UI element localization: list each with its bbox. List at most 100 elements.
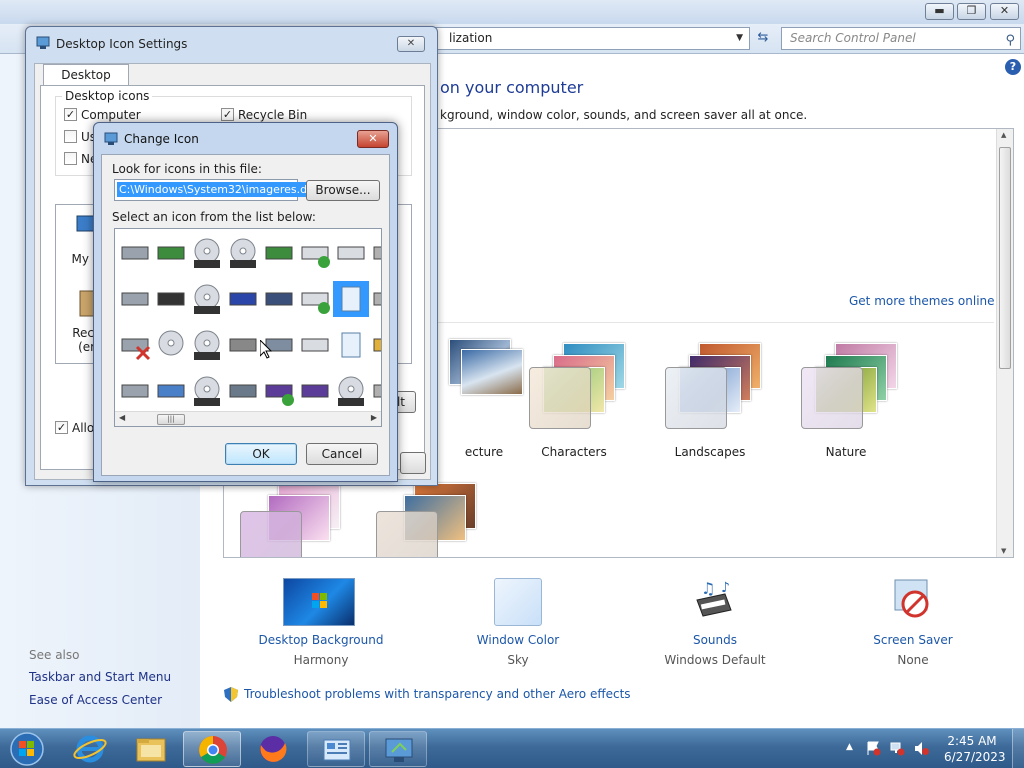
- troubleshoot-link[interactable]: Troubleshoot problems with transparency …: [224, 687, 631, 702]
- close-button[interactable]: ✕: [357, 130, 389, 148]
- sounds-item[interactable]: ♫ ♪ Sounds Windows Default: [615, 578, 815, 673]
- minimize-button[interactable]: ▬: [925, 3, 954, 20]
- network-drive-icon[interactable]: [153, 235, 189, 271]
- dvd-rw-icon[interactable]: [225, 235, 261, 271]
- floppy-check-icon[interactable]: [261, 373, 297, 409]
- scanner-icon[interactable]: [225, 327, 261, 363]
- dvd-rom-icon[interactable]: [189, 373, 225, 409]
- taskbar-chrome[interactable]: [183, 731, 241, 767]
- printer-check-icon[interactable]: [297, 235, 333, 271]
- camcorder-icon[interactable]: [261, 281, 297, 317]
- network-icon[interactable]: [890, 741, 905, 756]
- maximize-button[interactable]: ❐: [957, 3, 986, 20]
- partial-icon[interactable]: [369, 373, 381, 409]
- theme-scrollbar[interactable]: ▲ ▼: [996, 129, 1013, 557]
- icon-grid-scroll-thumb[interactable]: |||: [157, 414, 185, 425]
- change-icon-dialog: Change Icon ✕ Look for icons in this fil…: [93, 122, 398, 482]
- theme-nature[interactable]: Nature: [781, 319, 911, 459]
- scroll-right-icon[interactable]: ▶: [371, 413, 377, 422]
- desktop-settings-icon: [36, 36, 50, 49]
- search-input[interactable]: Search Control Panel ⚲: [781, 27, 1021, 50]
- taskbar: ▲ 2:45 AM 6/27/2023: [0, 728, 1024, 768]
- printer-network-icon[interactable]: [333, 235, 369, 271]
- icon-file-path-input[interactable]: C:\Windows\System32\imageres.dll: [114, 179, 316, 201]
- screen-saver-item[interactable]: Screen Saver None: [813, 578, 1013, 673]
- window-color-link[interactable]: Window Color: [418, 633, 618, 647]
- icon-grid[interactable]: ◀ ||| ▶: [114, 228, 382, 427]
- screen-saver-link[interactable]: Screen Saver: [813, 633, 1013, 647]
- printer-icon[interactable]: [297, 327, 333, 363]
- dvd-ram-icon[interactable]: [189, 327, 225, 363]
- address-dropdown-icon[interactable]: ▼: [736, 28, 743, 49]
- recycle-bin-full-icon[interactable]: [333, 327, 369, 363]
- address-field[interactable]: lization ▼: [420, 27, 750, 50]
- cancel-button[interactable]: Cancel: [306, 443, 378, 465]
- dvd-r-icon[interactable]: [189, 281, 225, 317]
- dvd-drive-icon[interactable]: [189, 235, 225, 271]
- close-button[interactable]: ✕: [990, 3, 1019, 20]
- drive-icon[interactable]: [117, 235, 153, 271]
- help-icon[interactable]: ?: [1005, 59, 1021, 75]
- recycle-bin-empty-icon[interactable]: [333, 281, 369, 317]
- desktop-background-link[interactable]: Desktop Background: [221, 633, 421, 647]
- taskbar-file-explorer[interactable]: [122, 731, 180, 767]
- mouse-cursor-icon: [260, 340, 272, 359]
- sounds-link[interactable]: Sounds: [615, 633, 815, 647]
- page-title: on your computer: [440, 78, 584, 97]
- allow-themes-checkbox[interactable]: ✓: [55, 421, 68, 434]
- action-center-icon[interactable]: [866, 741, 881, 756]
- ok-button[interactable]: OK: [225, 443, 297, 465]
- taskbar-control-panel[interactable]: [307, 731, 365, 767]
- dvd-icon[interactable]: [333, 373, 369, 409]
- taskbar-firefox[interactable]: [244, 731, 302, 767]
- network-globe-icon[interactable]: [261, 235, 297, 271]
- search-icon[interactable]: ⚲: [1005, 30, 1015, 51]
- drive-error-icon[interactable]: [117, 327, 153, 363]
- drive-icon[interactable]: [117, 373, 153, 409]
- partial-icon[interactable]: [369, 281, 381, 317]
- volume-muted-icon[interactable]: [914, 741, 929, 756]
- taskbar-desktop-settings[interactable]: [369, 731, 427, 767]
- floppy-icon[interactable]: [297, 373, 333, 409]
- theme-characters[interactable]: Characters: [509, 319, 639, 459]
- clock-date[interactable]: 6/27/2023: [944, 750, 1006, 764]
- close-button[interactable]: ✕: [397, 36, 425, 52]
- recycle-bin-label: Recycle Bin: [238, 108, 308, 122]
- get-more-themes-link[interactable]: Get more themes online: [849, 294, 995, 308]
- clock-time[interactable]: 2:45 AM: [944, 734, 1000, 748]
- browse-button[interactable]: Browse...: [306, 180, 380, 201]
- look-for-icons-label: Look for icons in this file:: [112, 162, 262, 176]
- icon-grid-scrollbar[interactable]: ◀ ||| ▶: [115, 411, 381, 426]
- sidebar-link-taskbar[interactable]: Taskbar and Start Menu: [29, 670, 171, 684]
- printer-check-icon[interactable]: [297, 281, 333, 317]
- search-placeholder: Search Control Panel: [790, 31, 916, 45]
- usb-drive-icon[interactable]: [225, 373, 261, 409]
- show-hidden-icons-icon[interactable]: ▲: [846, 742, 853, 752]
- desktop-background-item[interactable]: Desktop Background Harmony: [221, 578, 421, 673]
- show-desktop-button[interactable]: [1012, 729, 1024, 768]
- apply-button[interactable]: [400, 452, 426, 474]
- memory-chip-icon[interactable]: [153, 281, 189, 317]
- page-subtitle: kground, window color, sounds, and scree…: [440, 108, 808, 122]
- partial-icon[interactable]: [369, 235, 381, 271]
- start-button[interactable]: [4, 730, 50, 768]
- window-color-item[interactable]: Window Color Sky: [418, 578, 618, 673]
- tab-desktop-icons[interactable]: Desktop Icons: [43, 64, 129, 102]
- refresh-icon[interactable]: ⇆: [752, 28, 774, 50]
- recycle-bin-checkbox[interactable]: ✓: [221, 108, 234, 121]
- computer-checkbox[interactable]: ✓: [64, 108, 77, 121]
- svg-text:♪: ♪: [721, 580, 730, 596]
- optical-drive-icon[interactable]: [153, 327, 189, 363]
- windows-drive-icon[interactable]: [153, 373, 189, 409]
- network-checkbox[interactable]: [64, 152, 77, 165]
- blue-drive-icon[interactable]: [225, 281, 261, 317]
- theme-landscapes[interactable]: Landscapes: [645, 319, 775, 459]
- user-files-checkbox[interactable]: [64, 130, 77, 143]
- scroll-left-icon[interactable]: ◀: [119, 413, 125, 422]
- drive-icon[interactable]: [117, 281, 153, 317]
- taskbar-internet-explorer[interactable]: [61, 731, 119, 767]
- file-explorer-icon: [136, 738, 166, 762]
- lock-icon[interactable]: [369, 327, 381, 363]
- theme-scroll-thumb[interactable]: [999, 147, 1011, 369]
- sidebar-link-ease-of-access[interactable]: Ease of Access Center: [29, 693, 162, 707]
